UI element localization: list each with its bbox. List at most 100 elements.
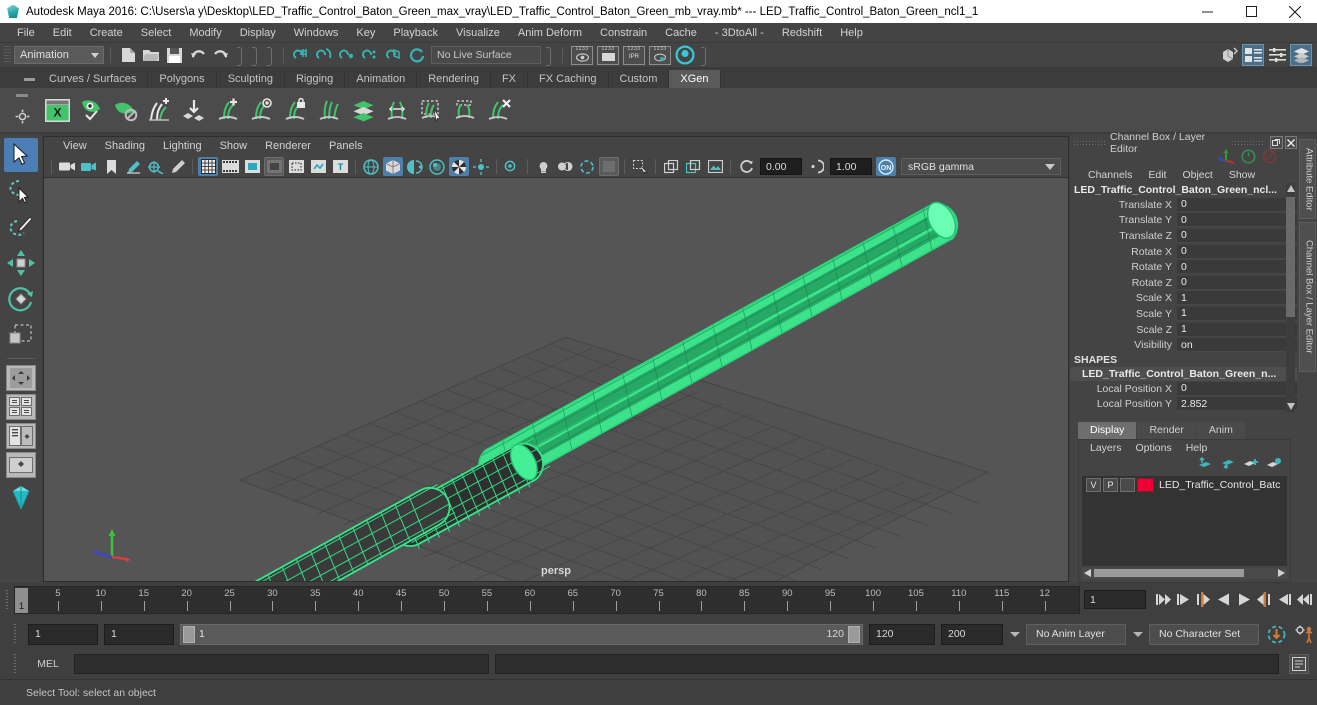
attribute-row[interactable]: Scale Y 1 <box>1070 306 1297 322</box>
scroll-up-icon[interactable] <box>1286 183 1295 194</box>
script-language-label[interactable]: MEL <box>28 658 68 670</box>
new-layer-from-selected-icon[interactable] <box>1266 457 1282 473</box>
current-frame-field[interactable]: 1 <box>1084 590 1146 609</box>
toolbar-collapse-bracket[interactable] <box>250 46 259 66</box>
viewport-menu-view[interactable]: View <box>54 137 96 156</box>
close-icon[interactable] <box>1273 0 1317 23</box>
scroll-down-icon[interactable] <box>1286 401 1295 412</box>
grease-pencil-icon[interactable] <box>167 157 187 176</box>
xgen-preview-icon[interactable] <box>76 95 106 125</box>
display-layer-list[interactable]: V P LED_Traffic_Control_Batc <box>1082 476 1287 566</box>
tab-display-layers[interactable]: Display <box>1078 422 1137 440</box>
wireframe-shading-icon[interactable] <box>361 157 381 176</box>
redo-icon[interactable] <box>210 45 231 66</box>
attribute-value[interactable]: 0 <box>1177 197 1297 212</box>
xgen-length-icon[interactable] <box>382 95 412 125</box>
live-surface-field[interactable]: No Live Surface <box>431 46 541 64</box>
animation-preferences-icon[interactable] <box>1293 625 1317 644</box>
attribute-row[interactable]: Local Position X 0 <box>1070 381 1297 397</box>
four-view-layout-icon[interactable] <box>6 394 36 420</box>
layer-list-horizontal-scrollbar[interactable] <box>1082 568 1287 579</box>
anim-layer-state-icon[interactable] <box>1241 149 1256 167</box>
attribute-value[interactable]: 1 <box>1177 322 1297 337</box>
help-menu[interactable]: Help <box>1179 442 1215 454</box>
toolbar-grip[interactable] <box>4 46 11 64</box>
step-back-frame-icon[interactable] <box>1194 589 1213 610</box>
attribute-value[interactable]: 0 <box>1177 381 1297 396</box>
smooth-shading-icon[interactable] <box>383 157 403 176</box>
shelf-tab-rendering[interactable]: Rendering <box>417 70 491 88</box>
tab-channel-box-layer-editor[interactable]: Channel Box / Layer Editor <box>1298 222 1316 372</box>
layers-menu[interactable]: Layers <box>1083 442 1129 454</box>
toolbar-collapse-bracket[interactable] <box>265 46 274 66</box>
paint-select-tool-icon[interactable] <box>4 210 38 244</box>
menu-redshift[interactable]: Redshift <box>773 23 831 43</box>
xgen-clump-icon[interactable] <box>450 95 480 125</box>
color-profile-selector[interactable]: sRGB gamma <box>901 158 1061 175</box>
panel-drag-handle[interactable] <box>1074 138 1107 147</box>
shelf-grip[interactable] <box>16 93 28 97</box>
go-to-end-icon[interactable] <box>1294 589 1313 610</box>
layer-name[interactable]: LED_Traffic_Control_Batc <box>1156 479 1280 491</box>
menu-3dtoall[interactable]: - 3DtoAll - <box>706 23 773 43</box>
film-gate-display-icon[interactable] <box>286 157 306 176</box>
layer-display-type-toggle[interactable] <box>1120 478 1135 493</box>
tab-render-layers[interactable]: Render <box>1137 422 1196 440</box>
save-scene-icon[interactable] <box>164 45 185 66</box>
render-sequence-icon[interactable]: 1233 <box>597 45 619 65</box>
edit-menu[interactable]: Edit <box>1140 169 1174 181</box>
xgen-lock-icon[interactable] <box>280 95 310 125</box>
attribute-row[interactable]: Rotate Y 0 <box>1070 259 1297 275</box>
persp-outliner-layout-icon[interactable] <box>6 452 36 478</box>
layer-color-swatch[interactable] <box>1137 478 1154 493</box>
character-set-dropdown-icon[interactable] <box>1132 624 1143 644</box>
shape-node-name[interactable]: LED_Traffic_Control_Baton_Green_n... <box>1070 366 1297 381</box>
menu-display[interactable]: Display <box>231 23 285 43</box>
xgen-add-description-icon[interactable] <box>212 95 242 125</box>
ao-toggle-icon[interactable] <box>449 157 469 176</box>
xgen-import-icon[interactable] <box>178 95 208 125</box>
xgen-visibility-icon[interactable] <box>246 95 276 125</box>
two-sided-lighting-icon[interactable] <box>555 157 575 176</box>
menu-modify[interactable]: Modify <box>180 23 230 43</box>
render-current-frame-icon[interactable]: 1233 <box>571 45 593 65</box>
anim-layer-dropdown-icon[interactable] <box>1009 624 1020 644</box>
image-plane-icon[interactable] <box>123 157 143 176</box>
xgen-disable-preview-icon[interactable] <box>110 95 140 125</box>
ipr-render-icon[interactable]: 1233 IPR <box>623 45 645 65</box>
play-forwards-icon[interactable] <box>1234 589 1253 610</box>
scrollbar-thumb[interactable] <box>1094 569 1244 577</box>
animation-start-time-field[interactable]: 1 <box>28 623 98 645</box>
attribute-value[interactable]: 0 <box>1177 244 1297 259</box>
step-forward-keyframe-icon[interactable] <box>1274 589 1293 610</box>
render-settings-icon[interactable]: 1233 <box>649 45 671 65</box>
show-hide-modeling-toolkit-icon[interactable] <box>1218 44 1240 66</box>
toolbar-collapse-bracket[interactable] <box>235 46 244 66</box>
object-menu[interactable]: Object <box>1174 169 1220 181</box>
menu-cache[interactable]: Cache <box>656 23 706 43</box>
maximize-icon[interactable] <box>1229 0 1273 23</box>
attribute-value[interactable]: 0 <box>1177 260 1297 275</box>
menu-playback[interactable]: Playback <box>384 23 447 43</box>
snap-to-view-plane-icon[interactable] <box>383 45 404 66</box>
menu-edit[interactable]: Edit <box>44 23 81 43</box>
menu-set-selector[interactable]: Animation <box>14 46 104 64</box>
snap-to-point-icon[interactable] <box>337 45 358 66</box>
bookmark-icon[interactable] <box>101 157 121 176</box>
light-toggle-icon[interactable] <box>533 157 553 176</box>
menu-select[interactable]: Select <box>132 23 181 43</box>
snap-to-projected-center-icon[interactable] <box>360 45 381 66</box>
range-start-handle[interactable] <box>183 625 195 643</box>
tab-attribute-editor[interactable]: Attribute Editor <box>1298 139 1316 219</box>
viewport-image-icon[interactable] <box>705 157 725 176</box>
snap-to-curve-icon[interactable] <box>314 45 335 66</box>
perspective-viewport[interactable]: persp <box>44 178 1068 581</box>
text-display-icon[interactable]: T <box>330 157 350 176</box>
open-scene-icon[interactable] <box>141 45 162 66</box>
attribute-row[interactable]: Visibility on <box>1070 337 1297 353</box>
xgen-layers-icon[interactable] <box>348 95 378 125</box>
attribute-value[interactable]: on <box>1177 338 1297 353</box>
menu-help[interactable]: Help <box>831 23 872 43</box>
current-time-indicator[interactable]: 1 <box>15 587 28 613</box>
toolbar-collapse-bracket[interactable] <box>699 46 708 66</box>
